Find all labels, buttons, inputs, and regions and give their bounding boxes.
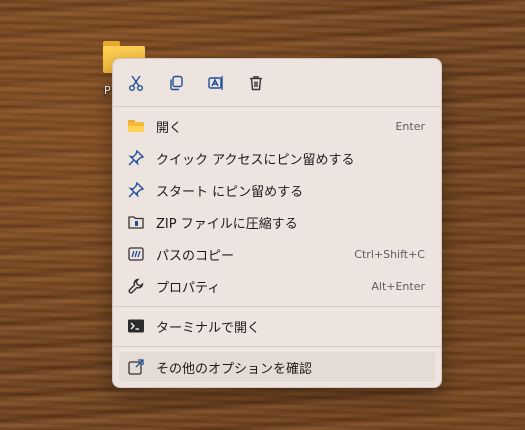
menu-item-shortcut: Enter	[395, 119, 425, 133]
context-menu-toolbar	[113, 59, 441, 107]
wrench-icon	[127, 277, 145, 295]
cut-button[interactable]	[123, 71, 149, 95]
menu-item-shortcut: Ctrl+Shift+C	[354, 247, 425, 261]
menu-item-pin-start[interactable]: スタート にピン留めする	[119, 175, 435, 205]
menu-separator	[113, 346, 441, 347]
terminal-icon	[127, 317, 145, 335]
zip-icon	[127, 213, 145, 231]
pin-icon	[127, 181, 145, 199]
pin-icon	[127, 149, 145, 167]
external-link-icon	[127, 358, 145, 376]
menu-item-pin-quick-access[interactable]: クイック アクセスにピン留めする	[119, 143, 435, 173]
menu-item-label: スタート にピン留めする	[156, 184, 304, 200]
copy-path-icon	[127, 245, 145, 263]
context-menu: 開く Enter クイック アクセスにピン留めする スタート にピン留めする Z…	[112, 58, 442, 388]
menu-item-label: ZIP ファイルに圧縮する	[156, 216, 298, 232]
menu-item-label: プロパティ	[156, 280, 221, 296]
delete-button[interactable]	[243, 71, 269, 95]
cut-icon	[129, 75, 143, 91]
menu-item-label: パスのコピー	[156, 248, 235, 264]
menu-item-compress-zip[interactable]: ZIP ファイルに圧縮する	[119, 207, 435, 237]
menu-item-open[interactable]: 開く Enter	[119, 111, 435, 141]
menu-separator	[113, 306, 441, 307]
menu-item-shortcut: Alt+Enter	[371, 279, 425, 293]
menu-item-open-terminal[interactable]: ターミナルで開く	[119, 311, 435, 341]
rename-icon	[208, 76, 223, 90]
folder-icon	[127, 117, 145, 135]
menu-item-label: ターミナルで開く	[156, 320, 261, 336]
menu-item-label: 開く	[156, 120, 183, 136]
rename-button[interactable]	[203, 71, 229, 95]
copy-button[interactable]	[163, 71, 189, 95]
desktop-icon-label: P	[104, 84, 111, 97]
menu-item-label: クイック アクセスにピン留めする	[156, 152, 355, 168]
copy-icon	[170, 75, 183, 91]
menu-item-show-more-options[interactable]: その他のオプションを確認	[119, 352, 435, 382]
menu-item-label: その他のオプションを確認	[156, 361, 313, 377]
delete-icon	[250, 76, 262, 91]
menu-item-properties[interactable]: プロパティ Alt+Enter	[119, 271, 435, 301]
menu-separator	[113, 106, 441, 107]
menu-item-copy-path[interactable]: パスのコピー Ctrl+Shift+C	[119, 239, 435, 269]
